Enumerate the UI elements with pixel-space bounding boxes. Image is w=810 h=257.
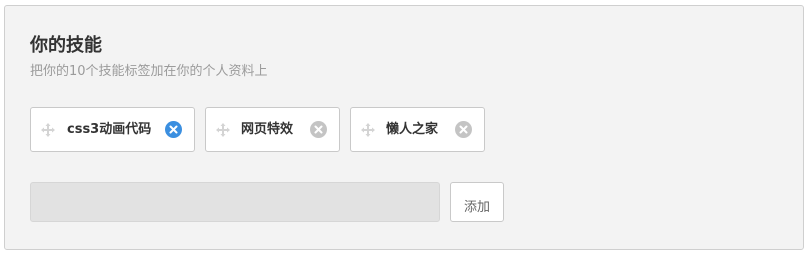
skill-tag-label: 懒人之家 <box>386 122 439 137</box>
drag-handle-icon[interactable] <box>360 122 376 138</box>
skill-tag[interactable]: css3动画代码 <box>30 107 195 152</box>
close-circle-icon[interactable] <box>310 121 327 138</box>
skill-tag[interactable]: 网页特效 <box>205 107 340 152</box>
close-circle-icon[interactable] <box>165 121 182 138</box>
skill-tag[interactable]: 懒人之家 <box>350 107 485 152</box>
skill-tag-label: 网页特效 <box>241 122 294 137</box>
drag-handle-icon[interactable] <box>40 122 56 138</box>
drag-handle-icon[interactable] <box>215 122 231 138</box>
section-subtitle: 把你的10个技能标签加在你的个人资料上 <box>30 64 268 79</box>
skills-panel: 你的技能 把你的10个技能标签加在你的个人资料上 css3动画代码 网页特效 懒… <box>4 5 804 250</box>
skill-tag-label: css3动画代码 <box>67 122 152 137</box>
add-skill-button[interactable]: 添加 <box>450 182 504 222</box>
skill-input[interactable] <box>30 182 440 222</box>
close-circle-icon[interactable] <box>455 121 472 138</box>
section-title: 你的技能 <box>30 35 102 56</box>
